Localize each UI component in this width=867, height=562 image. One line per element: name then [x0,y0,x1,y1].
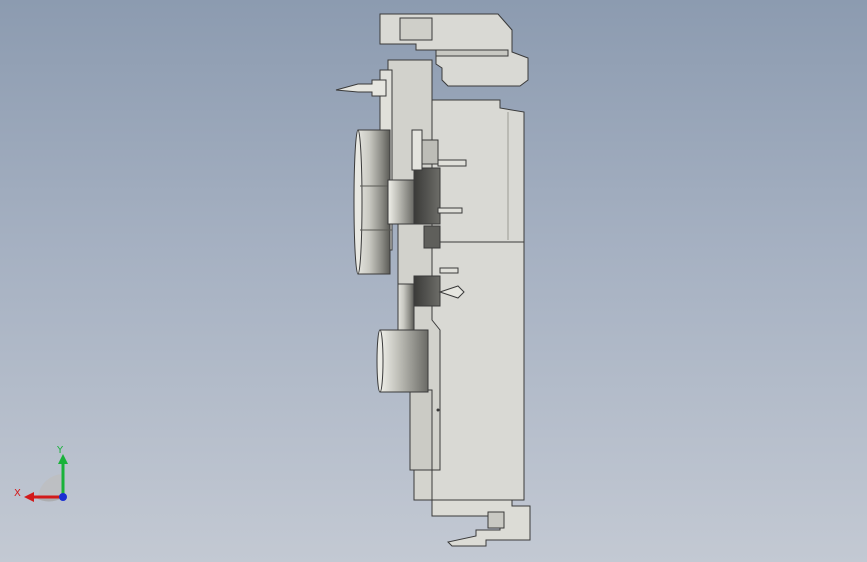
part-model-side-view[interactable] [0,0,867,562]
triad-disc-shade [38,474,62,498]
mid-cylinder-2 [397,283,415,331]
z-axis-dot [59,493,67,501]
lower-cylinder [379,329,429,393]
graphics-viewport[interactable]: Y X [0,0,867,562]
small-tab-2 [437,207,463,214]
small-tab-3 [439,267,459,274]
lower-cylinder-end [376,329,384,393]
upper-cylinder [357,129,391,275]
bottom-foot-slot [487,511,505,529]
dark-block-3 [413,275,441,307]
mid-cylinder [387,179,415,225]
small-tab-1 [437,159,467,167]
reference-triad[interactable]: Y X [10,440,80,510]
bracket-left-1 [411,129,423,171]
triad-quarter-disc [36,498,62,502]
x-axis-arrow [24,492,34,502]
lower-frame [409,389,433,471]
upper-cylinder-end [353,129,363,275]
top-clip-slot [399,17,433,41]
detail-dot [436,408,440,412]
dark-block-1 [413,167,441,225]
dark-block-2 [423,225,441,249]
bottom-foot [431,499,531,547]
dark-block-4 [419,139,439,165]
top-clip-ridge [435,49,509,57]
x-axis-label: X [14,488,21,499]
lower-step [413,469,433,501]
left-latch [335,79,387,97]
y-axis-label: Y [56,445,64,456]
part-body [335,13,531,547]
